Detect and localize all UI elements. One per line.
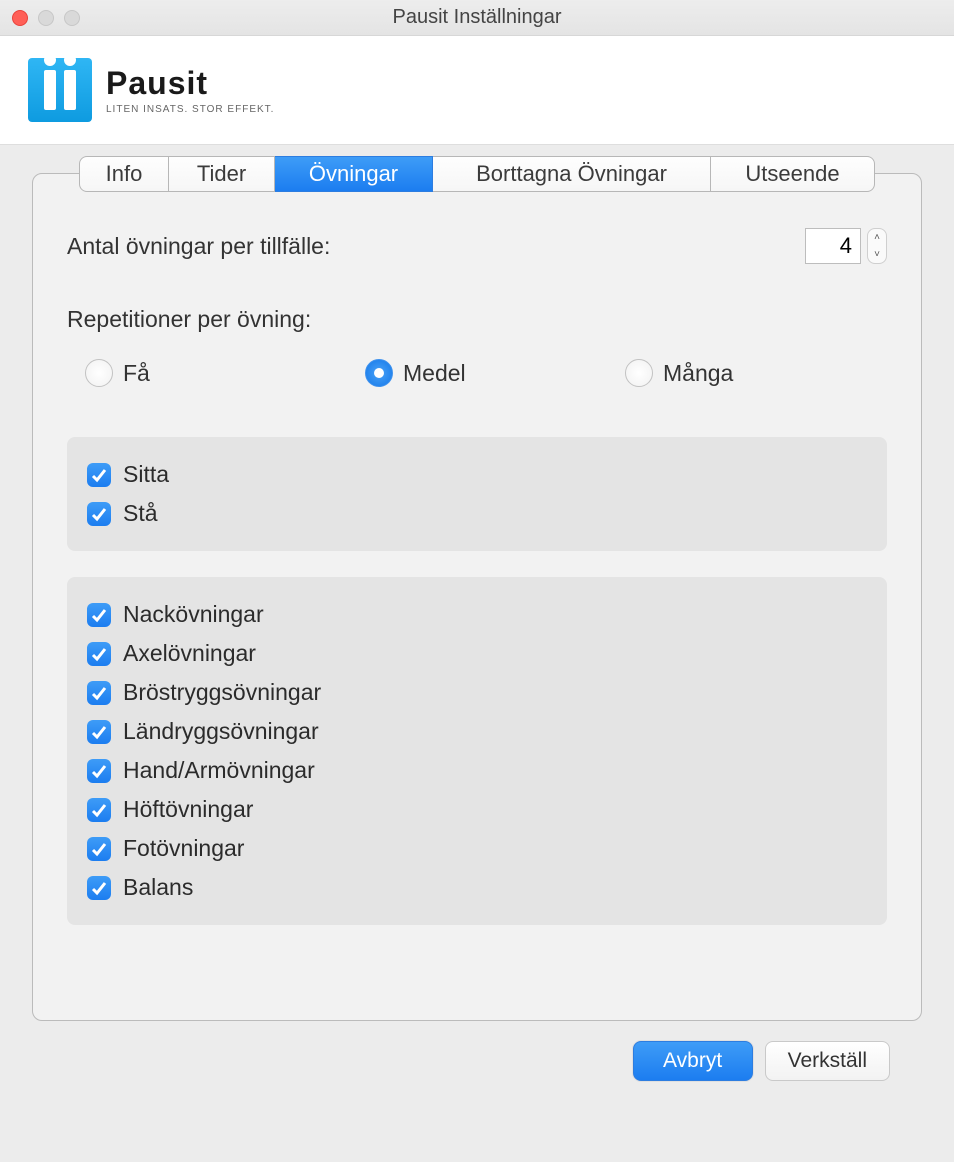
checkbox-sta-label: Stå (123, 500, 158, 527)
checkbox-landrygg[interactable]: Ländryggsövningar (87, 712, 867, 751)
tab-tider[interactable]: Tider (169, 156, 275, 192)
check-icon (91, 802, 107, 818)
checkbox-brostrygg[interactable]: Bröstryggsövningar (87, 673, 867, 712)
check-icon (91, 763, 107, 779)
checkbox-handarm-box (87, 759, 111, 783)
checkbox-axel[interactable]: Axelövningar (87, 634, 867, 673)
checkbox-landrygg-box (87, 720, 111, 744)
tab-utseende[interactable]: Utseende (711, 156, 875, 192)
checkbox-balans-label: Balans (123, 874, 193, 901)
tab-borttagna-ovningar[interactable]: Borttagna Övningar (433, 156, 711, 192)
checkbox-landrygg-label: Ländryggsövningar (123, 718, 319, 745)
checkbox-nack-box (87, 603, 111, 627)
count-stepper[interactable]: ˄ ˅ (867, 228, 887, 264)
categories-group: Nackövningar Axelövningar Bröstryggsövni… (67, 577, 887, 925)
tab-info[interactable]: Info (79, 156, 169, 192)
checkbox-hoft-box (87, 798, 111, 822)
apply-button[interactable]: Verkställ (765, 1041, 890, 1081)
radio-few-label: Få (123, 360, 150, 387)
radio-many-label: Många (663, 360, 733, 387)
check-icon (91, 506, 107, 522)
checkbox-sitta-label: Sitta (123, 461, 169, 488)
check-icon (91, 880, 107, 896)
checkbox-sta-box (87, 502, 111, 526)
checkbox-handarm-label: Hand/Armövningar (123, 757, 315, 784)
chevron-down-icon: ˅ (874, 249, 880, 260)
checkbox-handarm[interactable]: Hand/Armövningar (87, 751, 867, 790)
checkbox-axel-box (87, 642, 111, 666)
app-logo-icon (28, 58, 92, 122)
window-controls (12, 10, 80, 26)
tab-body-ovningar: Antal övningar per tillfälle: ˄ ˅ Repeti… (33, 174, 921, 971)
reps-label: Repetitioner per övning: (67, 306, 887, 333)
cancel-button[interactable]: Avbryt (633, 1041, 753, 1081)
checkbox-balans[interactable]: Balans (87, 868, 867, 907)
footer-buttons: Avbryt Verkställ (32, 1021, 922, 1103)
check-icon (91, 467, 107, 483)
checkbox-balans-box (87, 876, 111, 900)
reps-radio-group: Få Medel Många (67, 359, 887, 387)
window-title: Pausit Inställningar (12, 6, 942, 29)
radio-many-indicator (625, 359, 653, 387)
checkbox-brostrygg-label: Bröstryggsövningar (123, 679, 321, 706)
titlebar: Pausit Inställningar (0, 0, 954, 36)
checkbox-nack-label: Nackövningar (123, 601, 264, 628)
check-icon (91, 841, 107, 857)
check-icon (91, 607, 107, 623)
close-window-button[interactable] (12, 10, 28, 26)
positions-group: Sitta Stå (67, 437, 887, 551)
checkbox-hoft[interactable]: Höftövningar (87, 790, 867, 829)
checkbox-fot[interactable]: Fotövningar (87, 829, 867, 868)
tab-ovningar[interactable]: Övningar (275, 156, 433, 192)
settings-window: Pausit Inställningar Pausit LITEN INSATS… (0, 0, 954, 1162)
checkbox-fot-label: Fotövningar (123, 835, 244, 862)
count-spinner: ˄ ˅ (805, 228, 887, 264)
checkbox-fot-box (87, 837, 111, 861)
check-icon (91, 646, 107, 662)
radio-few-indicator (85, 359, 113, 387)
content-area: Info Tider Övningar Borttagna Övningar U… (0, 145, 954, 1162)
logo-area: Pausit LITEN INSATS. STOR EFFEKT. (0, 36, 954, 145)
zoom-window-button[interactable] (64, 10, 80, 26)
count-input[interactable] (805, 228, 861, 264)
chevron-up-icon: ˄ (874, 232, 880, 243)
minimize-window-button[interactable] (38, 10, 54, 26)
check-icon (91, 724, 107, 740)
tabs-row: Info Tider Övningar Borttagna Övningar U… (79, 156, 875, 192)
check-icon (91, 685, 107, 701)
radio-medium-label: Medel (403, 360, 466, 387)
logo-tagline: LITEN INSATS. STOR EFFEKT. (106, 104, 274, 115)
checkbox-nack[interactable]: Nackövningar (87, 595, 867, 634)
checkbox-sitta[interactable]: Sitta (87, 455, 867, 494)
tab-container: Info Tider Övningar Borttagna Övningar U… (32, 173, 922, 1021)
logo-main: Pausit (106, 65, 274, 102)
count-label: Antal övningar per tillfälle: (67, 233, 330, 260)
checkbox-sitta-box (87, 463, 111, 487)
checkbox-hoft-label: Höftövningar (123, 796, 253, 823)
checkbox-axel-label: Axelövningar (123, 640, 256, 667)
radio-medium-indicator (365, 359, 393, 387)
checkbox-sta[interactable]: Stå (87, 494, 867, 533)
radio-many[interactable]: Många (625, 359, 733, 387)
count-row: Antal övningar per tillfälle: ˄ ˅ (67, 228, 887, 264)
checkbox-brostrygg-box (87, 681, 111, 705)
radio-medium[interactable]: Medel (365, 359, 625, 387)
radio-few[interactable]: Få (85, 359, 365, 387)
app-logo-text: Pausit LITEN INSATS. STOR EFFEKT. (106, 65, 274, 115)
